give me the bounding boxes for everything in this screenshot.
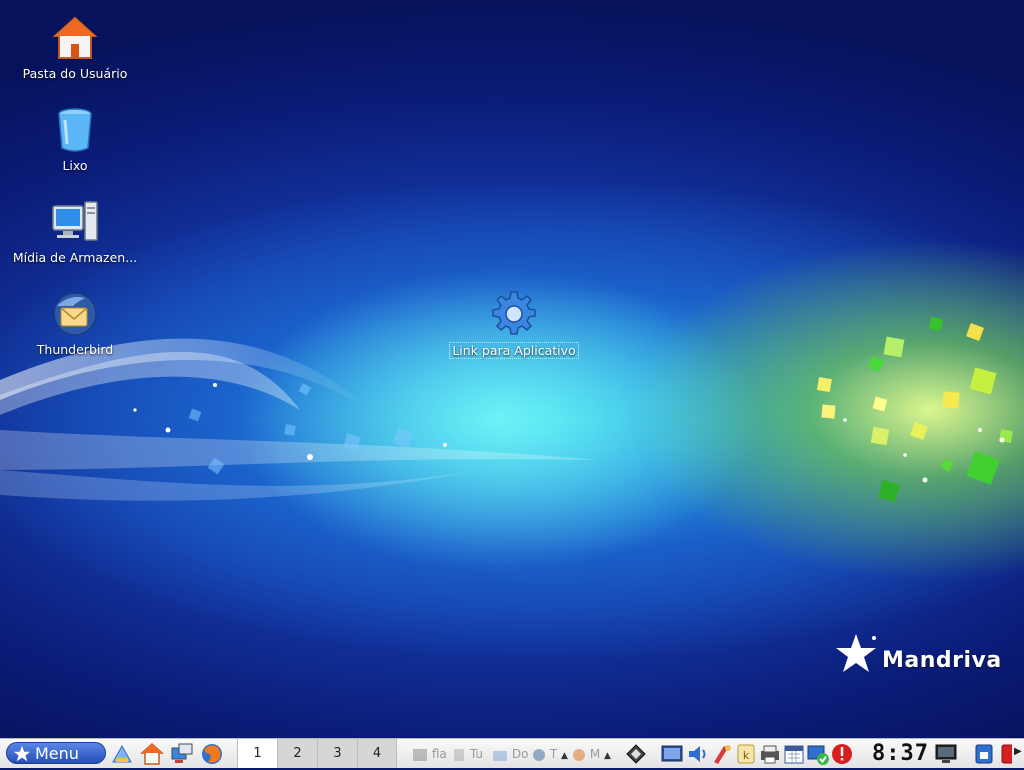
wallpaper-art: [0, 316, 1013, 503]
home-folder-icon: [51, 14, 99, 62]
lock-screen-icon[interactable]: [972, 742, 996, 766]
task-button[interactable]: fla: [412, 744, 447, 764]
screen-icon[interactable]: [934, 742, 958, 766]
menu-button[interactable]: Menu: [6, 742, 106, 764]
mandriva-logo: Mandriva: [834, 630, 1004, 690]
menu-label: Menu: [35, 744, 79, 763]
desktop-icon-label: Mídia de Armazen...: [12, 250, 138, 265]
kde-desktop-icon[interactable]: [110, 742, 134, 766]
computer-icon: [51, 198, 99, 246]
taskbar: Menu 1 2 3 4 fla Tu Do T ▲ M ▲ k 8:37 ▶: [0, 738, 1024, 768]
thunderbird-icon: [51, 290, 99, 338]
trash-icon: [51, 106, 99, 154]
virtual-desktop-3[interactable]: 3: [317, 739, 357, 768]
task-button[interactable]: M ▲: [572, 744, 611, 764]
desktop-icon-storage[interactable]: Mídia de Armazen...: [7, 198, 143, 265]
keyboard-icon[interactable]: k: [734, 742, 758, 766]
calendar-icon[interactable]: [782, 742, 806, 766]
logout-icon[interactable]: [998, 742, 1012, 766]
home-icon[interactable]: [140, 742, 164, 766]
printer-icon[interactable]: [758, 742, 782, 766]
desktop-icon-home[interactable]: Pasta do Usuário: [7, 14, 143, 81]
task-label: Tu: [469, 747, 483, 761]
virtual-desktop-4[interactable]: 4: [357, 739, 397, 768]
task-label: fla: [431, 747, 447, 761]
folder-icon: [493, 750, 507, 761]
task-label: T: [549, 747, 558, 761]
desktop-icon-label: Thunderbird: [36, 342, 114, 357]
paint-icon[interactable]: [710, 742, 734, 766]
desktop-icon-label: Link para Aplicativo: [449, 342, 579, 359]
virtual-desktop-1[interactable]: 1: [237, 739, 277, 768]
expand-arrow-icon: ▲: [604, 751, 611, 761]
desktop-icon-trash[interactable]: Lixo: [7, 106, 143, 173]
terminal-icon: [413, 748, 427, 761]
display-icon[interactable]: [660, 742, 684, 766]
thunderbird-icon: [533, 748, 545, 761]
tray-expand-arrow-icon[interactable]: ▶: [1014, 746, 1022, 757]
expand-arrow-icon: ▲: [561, 751, 568, 761]
desktop-icon-thunderbird[interactable]: Thunderbird: [7, 290, 143, 357]
desktop-icon-label: Pasta do Usuário: [22, 66, 128, 81]
clock[interactable]: 8:37: [872, 742, 929, 766]
document-icon: [454, 748, 464, 761]
star-logo-icon: [836, 634, 876, 672]
brand-name: Mandriva: [882, 648, 1002, 673]
task-button[interactable]: T ▲: [532, 744, 568, 764]
task-button[interactable]: Do: [492, 744, 528, 764]
desktop-wallpaper: [0, 0, 1024, 738]
network-status-icon[interactable]: [806, 742, 830, 766]
virtual-desktop-2[interactable]: 2: [277, 739, 317, 768]
gear-icon: [490, 290, 538, 338]
desktop-icon-app-link[interactable]: Link para Aplicativo: [446, 290, 582, 359]
clipboard-icon[interactable]: [624, 742, 648, 766]
alert-icon[interactable]: [830, 742, 854, 766]
volume-icon[interactable]: [686, 742, 710, 766]
firefox-icon[interactable]: [200, 742, 224, 766]
task-label: M: [589, 747, 601, 761]
task-button[interactable]: Tu: [452, 744, 483, 764]
star-icon: [13, 745, 31, 762]
network-icon[interactable]: [170, 742, 194, 766]
task-label: Do: [511, 747, 529, 761]
svg-text:k: k: [743, 749, 750, 762]
firefox-icon: [573, 748, 585, 761]
desktop-icon-label: Lixo: [62, 158, 88, 173]
